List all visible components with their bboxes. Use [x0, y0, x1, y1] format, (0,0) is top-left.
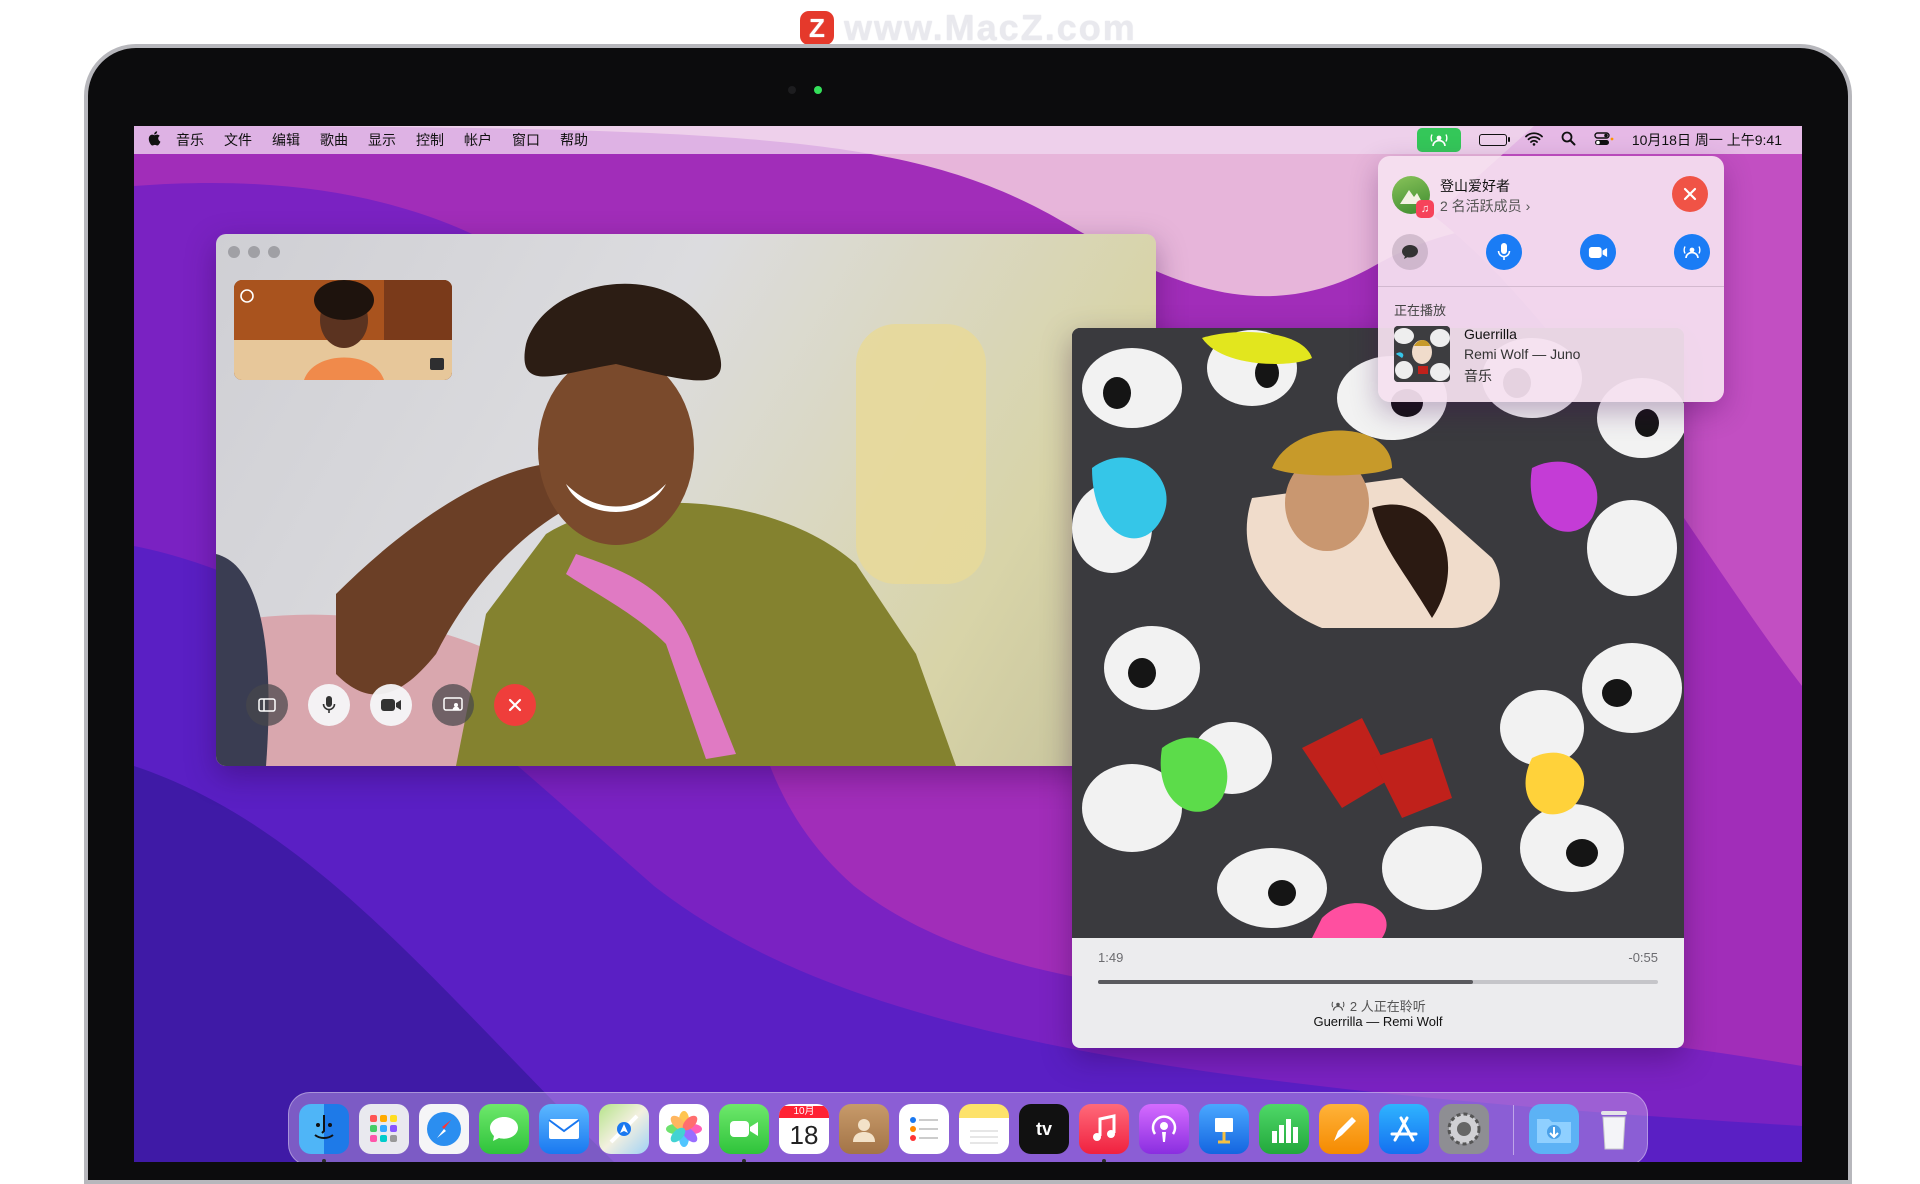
calendar-icon[interactable]: 10月 18 [779, 1104, 829, 1154]
spotlight-search-icon[interactable] [1561, 131, 1576, 149]
contacts-icon[interactable] [839, 1104, 889, 1154]
trash-icon[interactable] [1589, 1104, 1639, 1154]
dock: 10月 18 tv [288, 1092, 1648, 1162]
group-name: 登山爱好者 [1440, 178, 1510, 194]
panel-microphone-button[interactable] [1486, 234, 1522, 270]
watermark-text: www.MacZ.com [844, 7, 1137, 48]
now-playing-label: 正在播放 [1394, 303, 1447, 318]
battery-icon[interactable] [1478, 134, 1510, 146]
menu-window[interactable]: 窗口 [512, 130, 540, 150]
podcasts-icon[interactable] [1139, 1104, 1189, 1154]
panel-track-artist: Remi Wolf — Juno [1464, 346, 1581, 362]
numbers-icon[interactable] [1259, 1104, 1309, 1154]
keynote-icon[interactable] [1199, 1104, 1249, 1154]
desktop-screen: 音乐 文件 编辑 歌曲 显示 控制 帐户 窗口 帮助 10月18日 周一 上午9… [134, 126, 1802, 1162]
notes-icon[interactable] [959, 1104, 1009, 1154]
menu-controls[interactable]: 控制 [416, 130, 444, 150]
group-avatar: ♫ [1392, 176, 1434, 218]
calendar-day: 18 [789, 1120, 819, 1150]
elapsed-time: 1:49 [1098, 950, 1124, 965]
mail-icon[interactable] [539, 1104, 589, 1154]
close-window-button[interactable] [228, 246, 240, 258]
camera-lens-icon [788, 86, 796, 94]
menu-edit[interactable]: 编辑 [272, 130, 300, 150]
message-button[interactable] [1392, 234, 1428, 270]
shareplay-status-icon[interactable] [1416, 128, 1461, 152]
safari-icon[interactable] [419, 1104, 469, 1154]
listening-count: 2 人正在聆听 [1072, 996, 1684, 1015]
shareplay-panel: ♫ 登山爱好者 2 名活跃成员 › 正在播放 Guerrilla Remi Wo… [1378, 156, 1724, 402]
finder-icon[interactable] [299, 1104, 349, 1154]
menu-file[interactable]: 文件 [224, 130, 252, 150]
macz-logo-icon: Z [800, 11, 834, 45]
camera-indicator-icon [814, 86, 822, 94]
menu-account[interactable]: 帐户 [464, 130, 492, 150]
tv-label: tv [1035, 1118, 1052, 1139]
menu-music[interactable]: 音乐 [176, 130, 204, 150]
status-area: 10月18日 周一 上午9:41 [1416, 128, 1802, 152]
downloads-folder-icon[interactable] [1529, 1104, 1579, 1154]
shareplay-listeners-icon [1331, 1001, 1345, 1011]
now-playing-artwork[interactable] [1394, 326, 1450, 382]
screen-share-button[interactable] [432, 684, 474, 726]
photos-icon[interactable] [659, 1104, 709, 1154]
app-store-icon[interactable] [1379, 1104, 1429, 1154]
facetime-icon[interactable] [719, 1104, 769, 1154]
apple-tv-icon[interactable]: tv [1019, 1104, 1069, 1154]
apple-menu-icon[interactable] [134, 130, 176, 150]
minimize-window-button[interactable] [248, 246, 260, 258]
system-preferences-icon[interactable] [1439, 1104, 1489, 1154]
now-playing-title: Guerrilla — Remi Wolf [1313, 1014, 1443, 1029]
self-view-thumbnail[interactable] [234, 280, 452, 380]
panel-video-button[interactable] [1580, 234, 1616, 270]
panel-track-app: 音乐 [1464, 368, 1492, 384]
music-app-badge-icon: ♫ [1416, 200, 1434, 218]
remaining-time: -0:55 [1628, 950, 1658, 965]
leave-shareplay-button[interactable] [1672, 176, 1708, 212]
calendar-month: 10月 [779, 1106, 829, 1118]
listening-text: 2 人正在聆听 [1349, 999, 1426, 1014]
zoom-window-button[interactable] [268, 246, 280, 258]
music-icon[interactable] [1079, 1104, 1129, 1154]
shareplay-button[interactable] [1674, 234, 1710, 270]
menu-help[interactable]: 帮助 [560, 130, 588, 150]
menu-bar: 音乐 文件 编辑 歌曲 显示 控制 帐户 窗口 帮助 10月18日 周一 上午9… [134, 126, 1802, 154]
panel-divider [1378, 286, 1724, 287]
menu-view[interactable]: 显示 [368, 130, 396, 150]
menubar-clock[interactable]: 10月18日 周一 上午9:41 [1632, 130, 1782, 150]
end-call-button[interactable] [494, 684, 536, 726]
messages-icon[interactable] [479, 1104, 529, 1154]
launchpad-icon[interactable] [359, 1104, 409, 1154]
reminders-icon[interactable] [899, 1104, 949, 1154]
pages-icon[interactable] [1319, 1104, 1369, 1154]
dock-separator [1513, 1105, 1514, 1155]
maps-icon[interactable] [599, 1104, 649, 1154]
control-center-icon[interactable] [1594, 131, 1614, 149]
music-player-window: 1:49 -0:55 2 人正在聆听 Guerrilla — Remi Wolf [1072, 328, 1684, 1048]
shareplay-controls [1392, 234, 1710, 270]
group-members-link[interactable]: 2 名活跃成员 › [1440, 196, 1530, 216]
panel-track-title: Guerrilla [1464, 326, 1517, 342]
video-camera-button[interactable] [370, 684, 412, 726]
album-artwork [1072, 328, 1684, 938]
facetime-controls [246, 684, 536, 726]
playback-progress-fill [1098, 980, 1474, 984]
menu-song[interactable]: 歌曲 [320, 130, 348, 150]
sidebar-toggle-button[interactable] [246, 684, 288, 726]
playback-progress-bar[interactable] [1098, 980, 1658, 984]
microphone-button[interactable] [308, 684, 350, 726]
facetime-window [216, 234, 1156, 766]
wifi-icon[interactable] [1524, 131, 1543, 149]
